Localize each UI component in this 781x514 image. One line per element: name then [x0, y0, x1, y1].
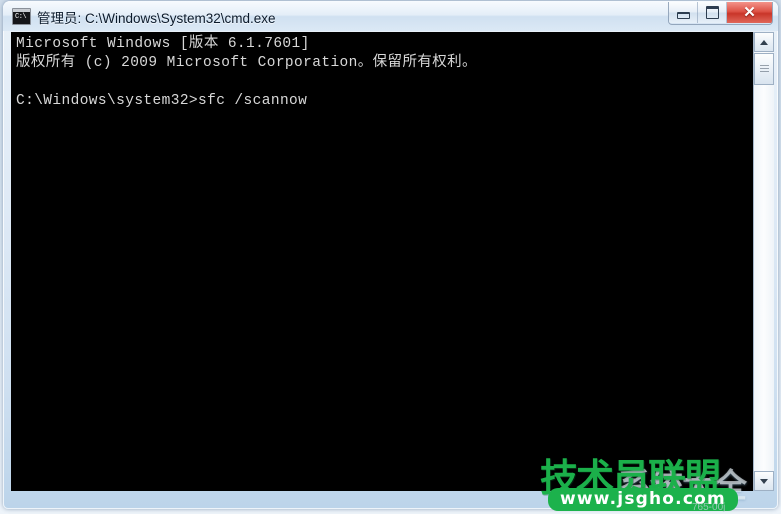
scroll-up-button[interactable] — [754, 32, 774, 52]
maximize-icon — [705, 6, 719, 19]
cmd-window: C:\ 管理员: C:\Windows\System32\cmd.exe ✕ M… — [3, 1, 778, 509]
console-scrollbar[interactable] — [753, 32, 774, 491]
close-button[interactable]: ✕ — [727, 2, 772, 23]
cmd-icon-bar — [13, 9, 30, 12]
console-text: Microsoft Windows [版本 6.1.7601] 版权所有 (c)… — [16, 36, 477, 109]
titlebar-title-group: C:\ 管理员: C:\Windows\System32\cmd.exe — [12, 7, 276, 26]
scrollbar-thumb[interactable] — [754, 53, 774, 85]
scroll-up-arrow-icon — [760, 39, 768, 45]
close-icon: ✕ — [743, 4, 756, 21]
window-titlebar[interactable]: C:\ 管理员: C:\Windows\System32\cmd.exe ✕ — [3, 1, 778, 31]
cmd-prompt-icon: C:\ — [12, 8, 31, 25]
scroll-down-button[interactable] — [754, 471, 774, 491]
screenshot-root: C:\ 管理员: C:\Windows\System32\cmd.exe ✕ M… — [0, 0, 781, 514]
scrollbar-thumb-grip-icon — [759, 64, 769, 74]
console-output-area[interactable]: Microsoft Windows [版本 6.1.7601] 版权所有 (c)… — [11, 32, 753, 491]
scroll-down-arrow-icon — [760, 478, 768, 484]
maximize-button[interactable] — [698, 2, 727, 23]
cmd-icon-prompt-text: C:\ — [15, 13, 27, 21]
window-controls: ✕ — [668, 2, 773, 25]
minimize-button[interactable] — [669, 2, 698, 23]
window-title: 管理员: C:\Windows\System32\cmd.exe — [37, 10, 276, 26]
minimize-icon — [676, 11, 690, 19]
